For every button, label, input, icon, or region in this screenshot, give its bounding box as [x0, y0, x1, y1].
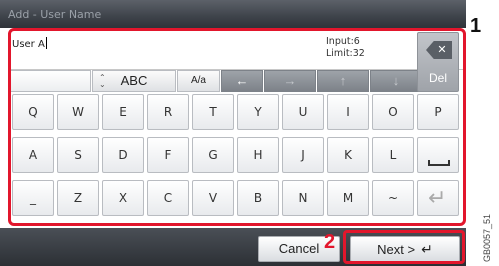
mode-label: ABC	[120, 73, 148, 88]
figure-code: GB0057_51	[482, 213, 492, 262]
text-entry-row: User A Input:6 Limit:32	[10, 30, 466, 70]
key-f[interactable]: F	[147, 137, 189, 173]
delete-label: Del	[428, 71, 447, 85]
next-button[interactable]: Next > ↵	[350, 236, 460, 262]
space-key[interactable]	[417, 137, 459, 173]
input-counter: Input:6 Limit:32	[326, 36, 365, 60]
key-s[interactable]: S	[57, 137, 99, 173]
cursor-left-button[interactable]: ←	[221, 70, 263, 92]
key-y[interactable]: Y	[237, 94, 279, 130]
next-label: Next >	[377, 242, 416, 257]
input-limit-label: Limit:32	[326, 48, 365, 59]
key-underscore[interactable]: _	[12, 180, 54, 216]
key-c[interactable]: C	[147, 180, 189, 216]
key-r[interactable]: R	[147, 94, 189, 130]
key-j[interactable]: J	[282, 137, 324, 173]
keyboard-toolbar: ⌃ ⌄ ABC A/a ← → ↑ ↓	[10, 70, 466, 92]
key-b[interactable]: B	[237, 180, 279, 216]
key-q[interactable]: Q	[12, 94, 54, 130]
cursor-up-button[interactable]: ↑	[317, 70, 369, 92]
title-bar: Add - User Name	[0, 0, 466, 28]
key-k[interactable]: K	[327, 137, 369, 173]
key-o[interactable]: O	[372, 94, 414, 130]
up-down-arrows-icon: ⌃ ⌄	[99, 73, 106, 89]
key-g[interactable]: G	[192, 137, 234, 173]
space-icon	[428, 160, 450, 166]
key-l[interactable]: L	[372, 137, 414, 173]
key-a[interactable]: A	[12, 137, 54, 173]
key-m[interactable]: M	[327, 180, 369, 216]
cursor-down-button[interactable]: ↓	[370, 70, 422, 92]
mode-select-button[interactable]: ⌃ ⌄ ABC	[92, 70, 176, 92]
user-name-input[interactable]: User A	[12, 37, 312, 61]
callout-1: 1	[470, 15, 482, 37]
key-z[interactable]: Z	[57, 180, 99, 216]
key-tilde[interactable]: ~	[372, 180, 414, 216]
key-x[interactable]: X	[102, 180, 144, 216]
toolbar-blank-left	[10, 70, 91, 92]
key-t[interactable]: T	[192, 94, 234, 130]
arrow-up-icon: ↑	[339, 73, 347, 88]
case-label: A/a	[190, 75, 206, 86]
key-u[interactable]: U	[282, 94, 324, 130]
bottom-bar: Cancel Next > ↵	[0, 228, 466, 266]
key-p[interactable]: P	[417, 94, 459, 130]
cancel-label: Cancel	[278, 241, 320, 256]
input-value: User A	[12, 39, 45, 50]
cursor-right-button[interactable]: →	[264, 70, 316, 92]
delete-key[interactable]: ✕ Del	[417, 32, 459, 92]
callout-2: 2	[324, 231, 336, 253]
key-v[interactable]: V	[192, 180, 234, 216]
key-e[interactable]: E	[102, 94, 144, 130]
key-w[interactable]: W	[57, 94, 99, 130]
key-d[interactable]: D	[102, 137, 144, 173]
key-h[interactable]: H	[237, 137, 279, 173]
enter-arrow-icon: ↵	[421, 241, 433, 257]
arrow-down-icon: ↓	[392, 73, 400, 88]
case-toggle-button[interactable]: A/a	[177, 70, 220, 92]
key-i[interactable]: I	[327, 94, 369, 130]
backspace-icon: ✕	[426, 41, 452, 59]
key-n[interactable]: N	[282, 180, 324, 216]
enter-icon: ↵	[428, 186, 447, 211]
window-title: Add - User Name	[8, 8, 102, 21]
panel-screen: Add - User Name User A Input:6 Limit:32 …	[0, 0, 466, 266]
input-count-label: Input:6	[326, 36, 360, 47]
enter-key[interactable]: ↵	[417, 180, 459, 216]
text-caret	[45, 37, 47, 49]
arrow-right-icon: →	[283, 73, 297, 88]
arrow-left-icon: ←	[235, 73, 249, 88]
